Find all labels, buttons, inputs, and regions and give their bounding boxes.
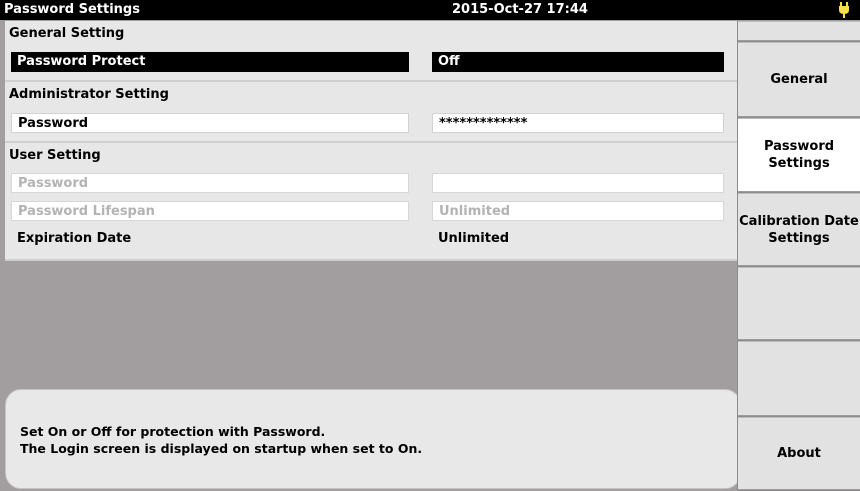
expiration-date-label: Expiration Date [17,231,132,246]
user-setting-title: User Setting [9,148,101,163]
admin-password-label[interactable]: Password [11,113,409,133]
empty-softkey-2[interactable] [738,341,860,416]
user-setting-section: User Setting Password Password Lifespan … [5,143,737,261]
user-password-label: Password [11,173,409,193]
battery-plug-icon [838,2,850,18]
password-settings-softkey-line1: Password [763,139,835,154]
title-bar: Password Settings 2015-Oct-27 17:44 [0,0,860,20]
administrator-setting-title: Administrator Setting [9,87,169,102]
general-setting-section: General Setting Password Protect Off [5,21,737,82]
administrator-setting-section: Administrator Setting Password *********… [5,82,737,143]
calibration-softkey-line1: Calibration Date [739,213,859,229]
about-softkey[interactable]: About [738,417,860,490]
help-text-line-1: Set On or Off for protection with Passwo… [20,424,326,439]
general-setting-title: General Setting [9,26,125,41]
password-settings-softkey-line2: Settings [768,156,830,171]
help-panel: Set On or Off for protection with Passwo… [5,389,741,489]
page-title: Password Settings [4,2,140,17]
password-protect-value[interactable]: Off [432,52,724,72]
softkey-sidebar: General Password Settings Calibration Da… [737,21,860,491]
about-softkey-label: About [777,446,821,461]
password-lifespan-value: Unlimited [432,201,724,221]
password-lifespan-label: Password Lifespan [11,201,409,221]
general-softkey[interactable]: General [738,42,860,117]
password-protect-label[interactable]: Password Protect [11,52,409,72]
softkey-header-blank [738,21,860,41]
calibration-date-settings-softkey[interactable]: Calibration Date Settings [738,193,860,266]
datetime-display: 2015-Oct-27 17:44 [452,2,588,17]
general-softkey-label: General [770,72,828,87]
user-password-field [432,173,724,193]
empty-softkey-1[interactable] [738,267,860,340]
password-settings-softkey[interactable]: Password Settings [738,118,860,192]
expiration-date-value: Unlimited [438,231,510,246]
admin-password-field[interactable]: ************* [432,113,724,133]
help-text-line-2: The Login screen is displayed on startup… [20,441,423,456]
calibration-softkey-line2: Settings [768,230,830,246]
